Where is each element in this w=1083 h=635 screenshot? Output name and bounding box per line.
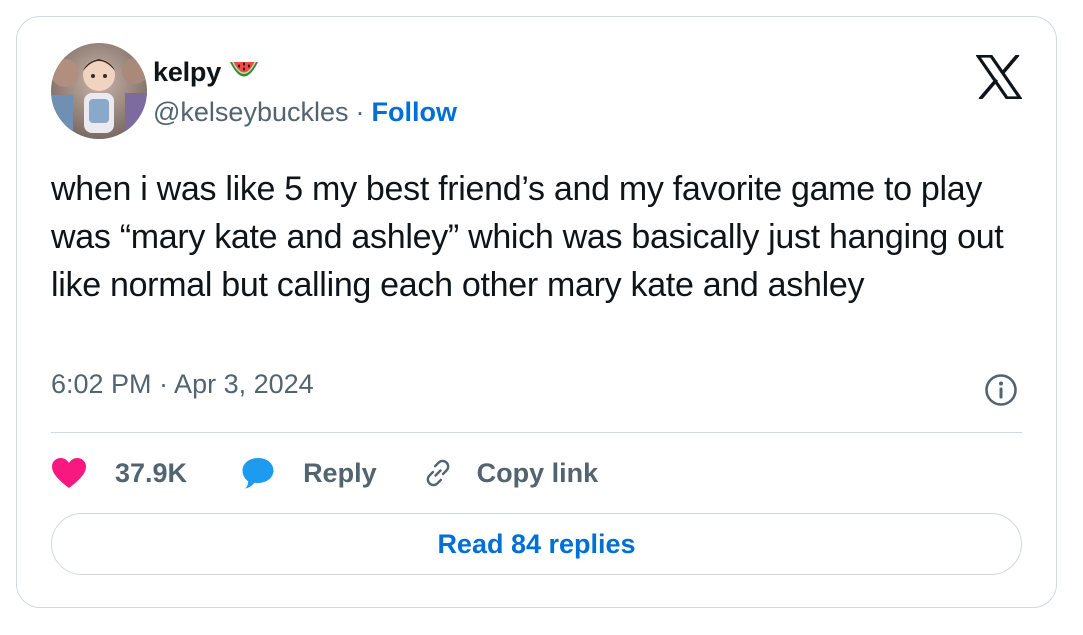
action-bar: 37.9K Reply Copy link [51, 451, 598, 495]
like-button[interactable]: 37.9K [51, 457, 187, 489]
avatar[interactable] [51, 43, 147, 139]
follow-link[interactable]: Follow [372, 97, 457, 128]
x-logo-icon[interactable] [974, 53, 1024, 101]
link-icon [421, 456, 455, 490]
divider [51, 432, 1022, 433]
tweet-text: when i was like 5 my best friend’s and m… [51, 170, 1004, 304]
watermelon-icon [229, 59, 259, 86]
info-icon[interactable] [984, 373, 1018, 407]
author-handle-row: @kelseybuckles · Follow [153, 95, 457, 129]
author-display-name[interactable]: kelpy [153, 57, 221, 88]
author-name-row: kelpy [153, 55, 259, 89]
reply-button[interactable]: Reply [241, 456, 377, 490]
like-count: 37.9K [115, 457, 188, 488]
copy-link-button[interactable]: Copy link [421, 456, 599, 490]
tweet-timestamp[interactable]: 6:02 PM · Apr 3, 2024 [51, 369, 314, 400]
speech-bubble-icon [241, 456, 275, 490]
copy-link-label: Copy link [476, 457, 599, 488]
handle-separator: · [355, 96, 365, 127]
author-handle[interactable]: @kelseybuckles [153, 97, 349, 128]
tweet-card: kelpy @kelseybuckles · Follow when i was… [16, 16, 1057, 608]
heart-icon [51, 457, 87, 489]
reply-label: Reply [303, 457, 377, 488]
read-replies-button[interactable]: Read 84 replies [51, 513, 1022, 575]
